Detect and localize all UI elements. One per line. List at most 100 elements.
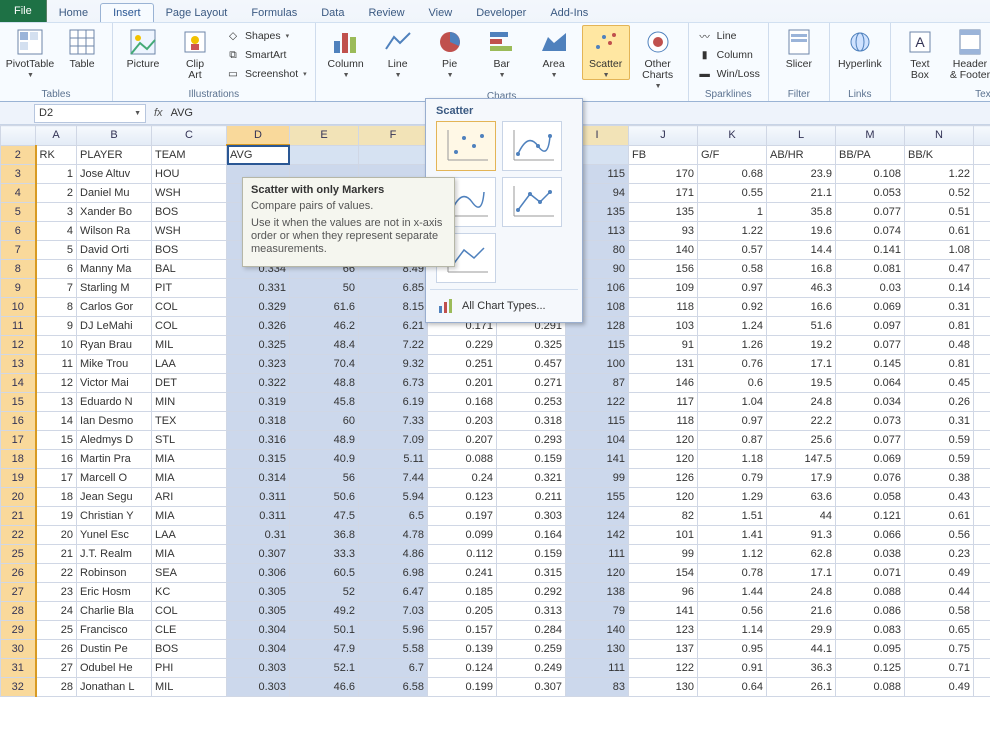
cell[interactable]: 16.8 <box>767 260 836 279</box>
row-header[interactable]: 19 <box>1 469 36 488</box>
cell[interactable]: 0.64 <box>698 678 767 697</box>
cell[interactable]: 0.201 <box>428 374 497 393</box>
cell[interactable]: 79 <box>566 602 629 621</box>
tab-home[interactable]: Home <box>47 4 100 22</box>
cell[interactable]: 0.081 <box>836 260 905 279</box>
cell[interactable]: 0.318 <box>497 412 566 431</box>
cell[interactable]: 0.197 <box>428 507 497 526</box>
cell[interactable]: 0.305 <box>227 602 290 621</box>
cell[interactable]: 26 <box>36 640 77 659</box>
cell[interactable]: 0.284 <box>497 621 566 640</box>
cell[interactable]: 0.321 <box>497 469 566 488</box>
cell[interactable]: 0.304 <box>227 640 290 659</box>
cell[interactable]: 0.58 <box>698 260 767 279</box>
cell[interactable]: 46.6 <box>290 678 359 697</box>
col-header-J[interactable]: J <box>629 126 698 146</box>
cell[interactable]: 0.325 <box>227 336 290 355</box>
cell[interactable]: 0.45 <box>905 374 974 393</box>
cell[interactable]: 0.303 <box>227 659 290 678</box>
col-header-O[interactable]: O <box>974 126 990 146</box>
cell[interactable]: 0.074 <box>836 222 905 241</box>
cell[interactable]: 1.51 <box>698 507 767 526</box>
cell[interactable]: 111 <box>566 659 629 678</box>
cell[interactable]: STL <box>152 431 227 450</box>
cell[interactable] <box>974 545 990 564</box>
cell[interactable] <box>974 279 990 298</box>
cell[interactable]: MIL <box>152 678 227 697</box>
cell[interactable]: 0.57 <box>698 241 767 260</box>
cell[interactable]: 5 <box>36 241 77 260</box>
col-header-A[interactable]: A <box>36 126 77 146</box>
cell[interactable]: 24 <box>36 602 77 621</box>
cell[interactable]: 45.8 <box>290 393 359 412</box>
cell[interactable]: 1.04 <box>698 393 767 412</box>
cell[interactable]: 0.199 <box>428 678 497 697</box>
cell[interactable]: 0.329 <box>227 298 290 317</box>
cell[interactable]: 52 <box>290 583 359 602</box>
cell[interactable]: 7.33 <box>359 412 428 431</box>
cell[interactable]: 0.331 <box>227 279 290 298</box>
cell[interactable]: 0.095 <box>836 640 905 659</box>
cell[interactable] <box>974 678 990 697</box>
cell[interactable]: 0.271 <box>497 374 566 393</box>
cell[interactable]: CLE <box>152 621 227 640</box>
cell[interactable]: 0.211 <box>497 488 566 507</box>
cell[interactable]: 70.4 <box>290 355 359 374</box>
cell[interactable]: BAL <box>152 260 227 279</box>
cell[interactable]: 7.44 <box>359 469 428 488</box>
cell[interactable]: 7 <box>36 279 77 298</box>
row-header[interactable]: 32 <box>1 678 36 697</box>
cell[interactable] <box>974 640 990 659</box>
tab-developer[interactable]: Developer <box>464 4 538 22</box>
cell[interactable]: 0.069 <box>836 298 905 317</box>
cell[interactable]: BOS <box>152 241 227 260</box>
cell[interactable]: BB/K <box>905 145 974 165</box>
cell[interactable]: J.T. Realm <box>77 545 152 564</box>
cell[interactable]: Jonathan L <box>77 678 152 697</box>
cell[interactable]: 15 <box>36 431 77 450</box>
cell[interactable]: 137 <box>629 640 698 659</box>
cell[interactable]: 36.3 <box>767 659 836 678</box>
cell[interactable]: 49.2 <box>290 602 359 621</box>
cell[interactable]: Francisco <box>77 621 152 640</box>
cell[interactable]: 7.03 <box>359 602 428 621</box>
cell[interactable]: 123 <box>629 621 698 640</box>
cell[interactable]: 99 <box>629 545 698 564</box>
cell[interactable]: 51.6 <box>767 317 836 336</box>
cell[interactable]: 124 <box>566 507 629 526</box>
cell[interactable]: 0.088 <box>428 450 497 469</box>
cell[interactable]: MIN <box>152 393 227 412</box>
cell[interactable]: Eric Hosm <box>77 583 152 602</box>
cell[interactable]: Mike Trou <box>77 355 152 374</box>
cell[interactable]: 155 <box>566 488 629 507</box>
cell[interactable]: David Orti <box>77 241 152 260</box>
cell[interactable]: 120 <box>629 431 698 450</box>
cell[interactable]: 25 <box>36 621 77 640</box>
cell[interactable]: 0.59 <box>905 431 974 450</box>
cell[interactable]: Odubel He <box>77 659 152 678</box>
cell[interactable]: 1 <box>36 165 77 184</box>
row-header[interactable]: 25 <box>1 545 36 564</box>
shapes-button[interactable]: ◇Shapes▾ <box>223 27 309 45</box>
cell[interactable]: 0.311 <box>227 507 290 526</box>
cell[interactable]: 0.121 <box>836 507 905 526</box>
hyperlink-button[interactable]: Hyperlink <box>836 25 884 70</box>
cell[interactable]: 56 <box>290 469 359 488</box>
select-all-corner[interactable] <box>1 126 36 146</box>
cell[interactable]: 0.97 <box>698 279 767 298</box>
cell[interactable] <box>974 336 990 355</box>
cell[interactable]: 1.29 <box>698 488 767 507</box>
other-charts-button[interactable]: Other Charts▼ <box>634 25 682 90</box>
cell[interactable]: Wilson Ra <box>77 222 152 241</box>
cell[interactable]: 0.48 <box>905 336 974 355</box>
bar-chart-button[interactable]: Bar▼ <box>478 25 526 79</box>
pivot-table-button[interactable]: PivotTable▼ <box>6 25 54 79</box>
cell[interactable]: 0.071 <box>836 564 905 583</box>
row-header[interactable]: 21 <box>1 507 36 526</box>
row-header[interactable]: 11 <box>1 317 36 336</box>
cell[interactable]: 4.86 <box>359 545 428 564</box>
cell[interactable] <box>974 222 990 241</box>
cell[interactable]: 99 <box>566 469 629 488</box>
cell[interactable]: 93 <box>629 222 698 241</box>
cell[interactable]: MIL <box>152 336 227 355</box>
